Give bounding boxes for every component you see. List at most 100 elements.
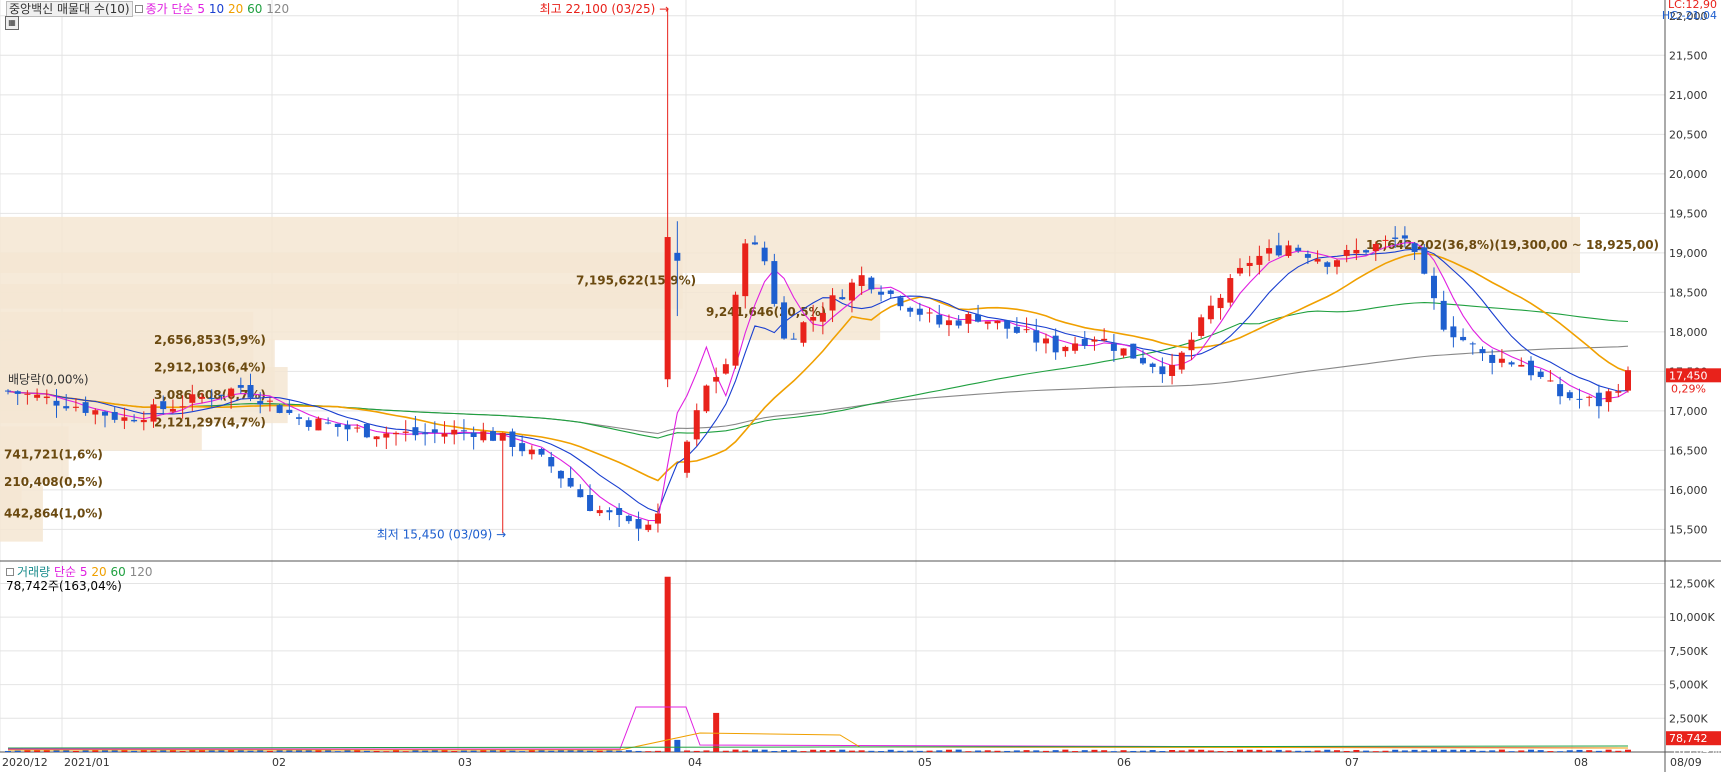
price-tick-label: 17,000 [1669, 405, 1708, 418]
candle-body [596, 510, 603, 514]
ma20-label: 20 [227, 2, 244, 16]
volume-bar [1372, 751, 1379, 752]
volume-bar [713, 712, 720, 752]
candle-body [548, 457, 555, 467]
candle-body [441, 433, 448, 437]
candle-body [383, 433, 390, 438]
candle-body [431, 429, 438, 433]
candle-body [528, 449, 535, 455]
candle-body [63, 406, 70, 409]
stock-chart[interactable]: 442,864(1,0%) 210,408(0,5%) 741,721(1,6%) 2… [0, 0, 1721, 775]
candle-body [53, 400, 60, 406]
volume-bar [1159, 751, 1166, 752]
candle-body [713, 377, 720, 382]
candle-body [926, 312, 933, 314]
candle-body [945, 320, 952, 326]
candle-body [1246, 262, 1253, 266]
volume-bar [645, 751, 652, 752]
volume-bar [14, 750, 21, 752]
candle-body [296, 417, 303, 419]
candle-body [82, 402, 89, 413]
volume-profile-label: 2,656,853(5,9%) [154, 333, 266, 347]
candle-body [1072, 343, 1079, 351]
volume-bar [5, 750, 11, 752]
volume-profile-bar [0, 216, 1580, 273]
volume-bar [1091, 749, 1098, 752]
candle-body [1110, 343, 1117, 351]
volume-bar [1013, 750, 1020, 752]
candle-body [839, 297, 846, 300]
candle-body [334, 423, 341, 427]
volume-bar [742, 750, 749, 752]
volume-bar [296, 750, 303, 752]
volume-bar [111, 750, 118, 752]
candle-body [1227, 278, 1234, 303]
volume-bar [887, 749, 894, 752]
volume-bar [509, 750, 516, 752]
candle-body [1295, 247, 1302, 251]
candle-body [1178, 352, 1185, 370]
candle-body [654, 513, 661, 524]
candle-body [567, 477, 574, 487]
candle-body [1450, 326, 1457, 338]
candle-body [402, 431, 409, 433]
candle-body [1576, 398, 1583, 400]
volume-bar [577, 750, 584, 752]
volume-profile-label: 210,408(0,5%) [4, 475, 103, 489]
volume-bar [945, 749, 952, 752]
volume-bar [1023, 750, 1030, 752]
x-tick-label: 07 [1345, 756, 1359, 769]
candle-body [1382, 239, 1389, 241]
candle-body [363, 423, 370, 438]
volume-bar [1440, 749, 1447, 752]
candle-body [237, 385, 244, 388]
ma10-label: 10 [208, 2, 225, 16]
candle-body [1052, 335, 1059, 353]
candle-body [14, 391, 21, 394]
candle-body [1304, 254, 1311, 258]
volume-bar [1489, 750, 1496, 752]
volume-bar [829, 750, 836, 752]
candle-body [1188, 339, 1195, 351]
volume-bar [1101, 750, 1108, 752]
low-annotation: 최저 15,450 (03/09) → [377, 527, 507, 541]
candle-body [354, 427, 361, 429]
volume-profile-label: 2,121,297(4,7%) [154, 416, 266, 430]
volume-bar [548, 750, 555, 752]
candle-body [1042, 338, 1049, 344]
volume-bar [810, 749, 817, 752]
candle-body [199, 396, 206, 399]
volume-bar [693, 750, 700, 752]
candle-body [1547, 380, 1554, 382]
candle-body [1401, 235, 1408, 239]
candle-body [878, 291, 885, 295]
price-tick-label: 18,000 [1669, 326, 1708, 339]
candle-body [1586, 396, 1593, 398]
candle-body [635, 519, 642, 529]
volume-bar [422, 750, 429, 752]
volume-tick-label: 12,500K [1669, 577, 1715, 590]
candle-body [1130, 343, 1137, 359]
candle-body [1489, 354, 1496, 363]
volume-profile-label: 7,195,622(15,9%) [576, 274, 696, 288]
volume-bar [72, 750, 79, 752]
candle-body [43, 396, 50, 399]
candle-body [1033, 330, 1040, 343]
candle-body [1595, 392, 1602, 407]
volume-bar [1392, 749, 1399, 752]
volume-profile-label: 442,864(1,0%) [4, 507, 103, 521]
candle-body [150, 404, 157, 422]
volume-bar [761, 749, 768, 752]
x-tick-label: 04 [688, 756, 702, 769]
volume-bars [5, 576, 1631, 752]
volume-bar [1120, 750, 1127, 752]
volume-bar [1178, 750, 1185, 752]
volume-bar [1130, 750, 1137, 752]
volume-bar [1498, 749, 1505, 752]
calculator-icon[interactable]: ▦ [5, 16, 19, 30]
candle-body [848, 282, 855, 301]
series-name[interactable]: 중앙백신 매물대 수(10) [6, 1, 133, 17]
x-tick-label: 06 [1117, 756, 1131, 769]
volume-bar [1479, 750, 1486, 752]
candle-body [1324, 262, 1331, 267]
